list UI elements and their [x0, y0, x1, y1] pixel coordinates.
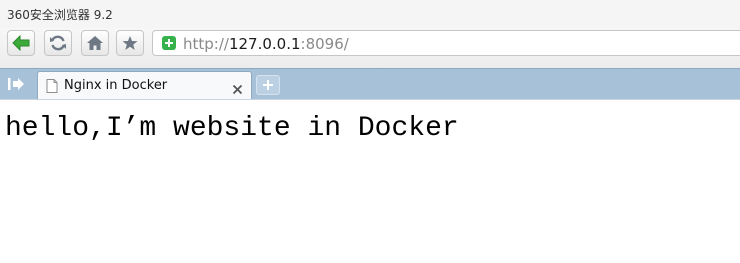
- new-tab-button[interactable]: [256, 75, 280, 95]
- shield-plus-icon: [162, 36, 176, 50]
- sidebar-toggle-button[interactable]: [5, 75, 27, 93]
- refresh-icon: [50, 35, 66, 51]
- tab-label: Nginx in Docker: [64, 78, 168, 93]
- title-bar: 360安全浏览器 9.2: [0, 0, 740, 28]
- close-icon[interactable]: [232, 80, 243, 99]
- back-button[interactable]: [7, 30, 35, 56]
- url-port-path: :8096/: [300, 35, 349, 53]
- address-bar[interactable]: http://127.0.0.1:8096/: [152, 30, 740, 56]
- home-icon: [87, 36, 103, 50]
- favorite-button[interactable]: [116, 30, 144, 56]
- plus-icon: [263, 80, 273, 90]
- page-content: hello,I’m website in Docker: [0, 99, 740, 263]
- refresh-button[interactable]: [44, 30, 72, 56]
- back-arrow-icon: [12, 35, 30, 51]
- window-title: 360安全浏览器 9.2: [7, 8, 113, 22]
- home-button[interactable]: [81, 30, 109, 56]
- star-icon: [122, 36, 138, 50]
- toolbar: http://127.0.0.1:8096/: [0, 28, 740, 68]
- url-text[interactable]: http://127.0.0.1:8096/: [183, 35, 349, 53]
- url-host: 127.0.0.1: [228, 35, 301, 53]
- url-scheme: http://: [183, 35, 229, 53]
- document-icon: [46, 78, 58, 97]
- tab-nginx-in-docker[interactable]: Nginx in Docker: [37, 71, 252, 100]
- sidebar-toggle-icon: [8, 78, 24, 90]
- page-body-text: hello,I’m website in Docker: [5, 113, 459, 144]
- tab-strip: Nginx in Docker: [0, 68, 740, 100]
